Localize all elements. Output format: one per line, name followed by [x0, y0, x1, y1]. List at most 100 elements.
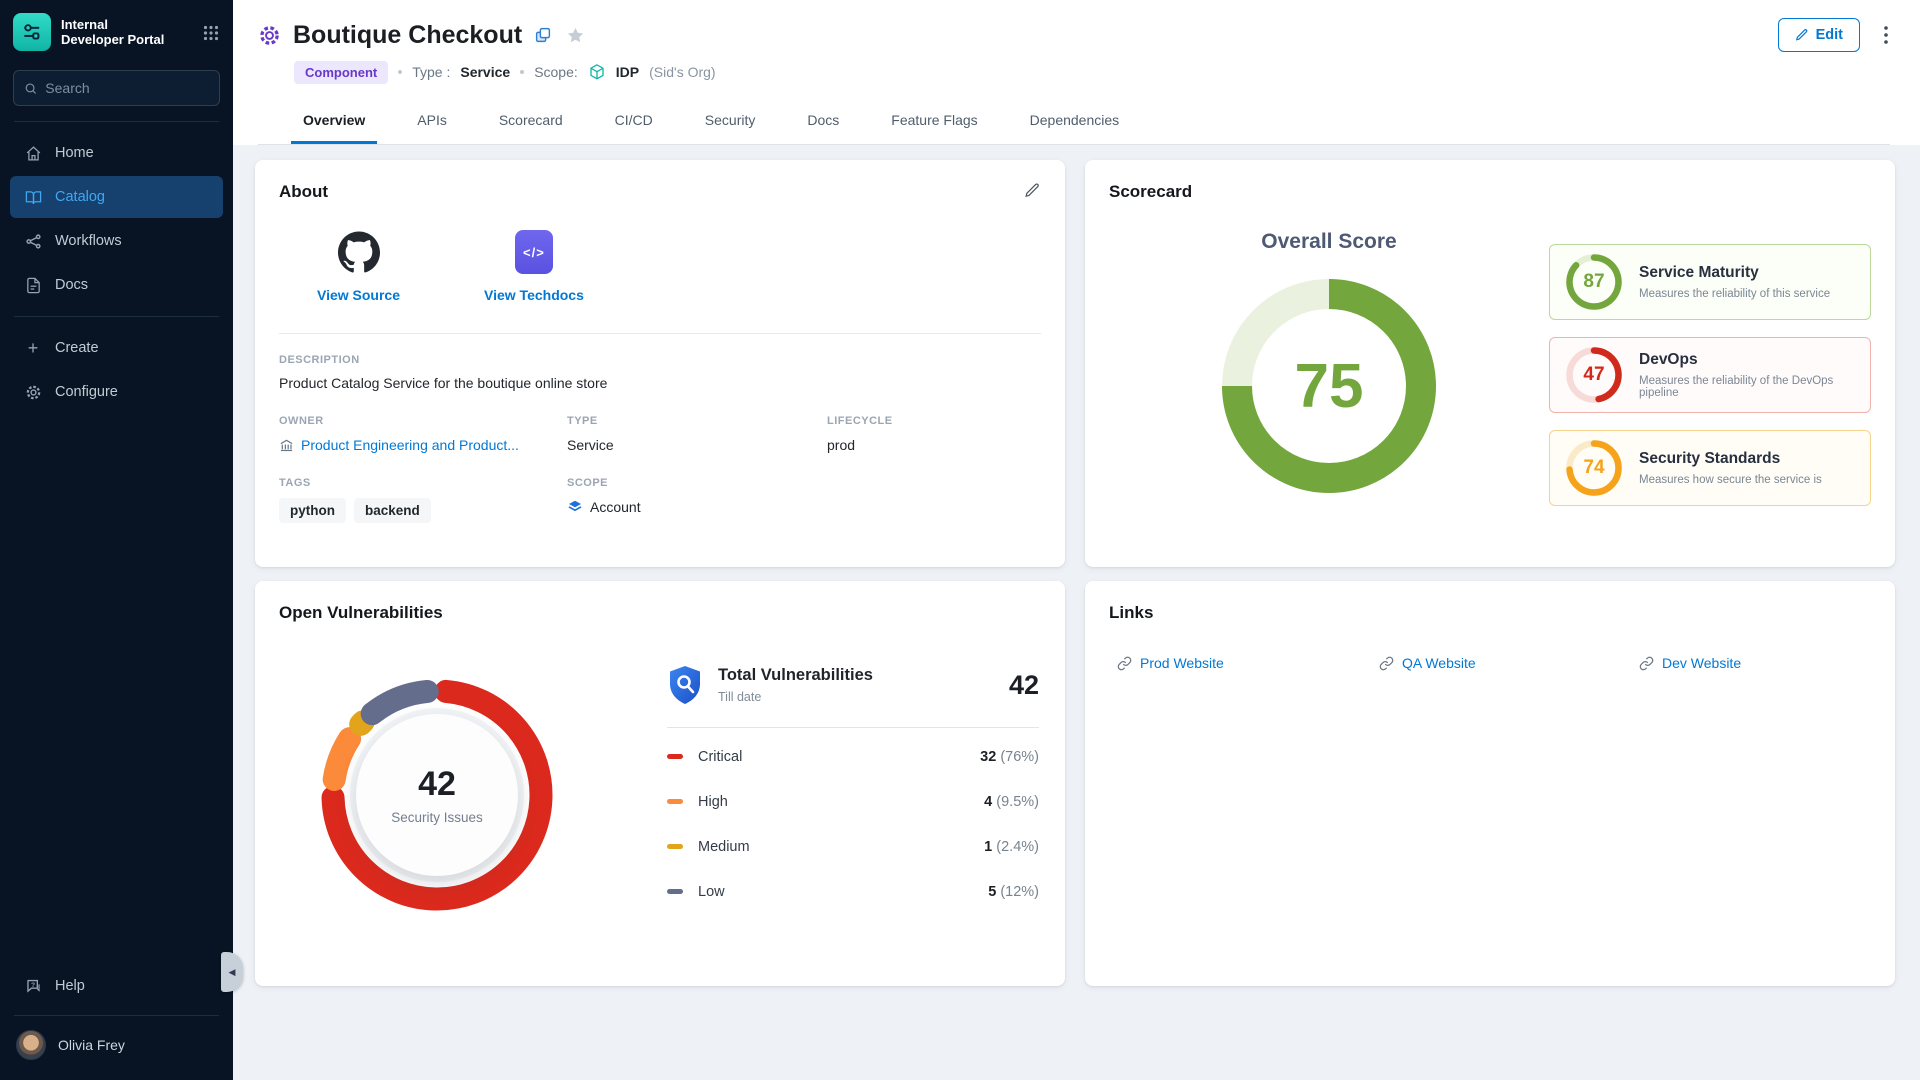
account-layers-icon [567, 499, 583, 515]
scorecard-list: 87 Service Maturity Measures the reliabi… [1549, 244, 1871, 506]
shield-search-icon [667, 665, 703, 705]
sidebar: Internal Developer Portal Home [0, 0, 233, 1080]
links-card: Links Prod Website QA Website Dev Websit… [1085, 581, 1895, 986]
severity-label: Critical [698, 749, 742, 765]
link-label: QA Website [1402, 655, 1476, 671]
scorecard-item-service-maturity[interactable]: 87 Service Maturity Measures the reliabi… [1549, 244, 1871, 320]
org-icon [279, 438, 294, 453]
help-chat-icon: ? [24, 977, 42, 995]
breadcrumb: Component Type : Service Scope: IDP (Sid… [294, 59, 1890, 85]
user-name: Olivia Frey [58, 1037, 125, 1053]
book-icon [24, 188, 42, 206]
title-row: Boutique Checkout Edit [258, 16, 1890, 54]
sidebar-item-docs[interactable]: Docs [10, 264, 223, 306]
scope-field: SCOPE Account [567, 477, 827, 523]
link-qa-website[interactable]: QA Website [1379, 655, 1639, 671]
severity-pct: (9.5%) [996, 794, 1039, 810]
links-list: Prod Website QA Website Dev Website [1117, 655, 1871, 671]
tab-security[interactable]: Security [693, 100, 768, 144]
score-desc: Measures how secure the service is [1639, 474, 1822, 486]
view-source-link[interactable]: View Source [317, 230, 400, 303]
sidebar-item-label: Home [55, 145, 94, 161]
cube-icon [588, 63, 606, 81]
apps-grid-icon[interactable] [203, 23, 219, 41]
copy-icon[interactable] [532, 24, 554, 46]
overall-score-label: Overall Score [1261, 230, 1396, 254]
about-fields-row2: TAGS python backend SCOPE Account [279, 477, 1041, 523]
total-vulnerabilities-sub: Till date [718, 690, 873, 704]
vulnerabilities-donut-block: 42 Security Issues [279, 623, 595, 925]
lifecycle-field: LIFECYCLE prod [827, 415, 1041, 453]
owner-label: OWNER [279, 415, 567, 427]
sidebar-item-workflows[interactable]: Workflows [10, 220, 223, 262]
tags-label: TAGS [279, 477, 567, 489]
score-value: 87 [1583, 271, 1604, 293]
tab-overview[interactable]: Overview [291, 100, 377, 144]
tags-field: TAGS python backend [279, 477, 567, 523]
app-logo-icon[interactable] [13, 13, 51, 51]
tab-docs[interactable]: Docs [795, 100, 851, 144]
tab-scorecard[interactable]: Scorecard [487, 100, 575, 144]
sidebar-item-home[interactable]: Home [10, 132, 223, 174]
scorecard-item-security-standards[interactable]: 74 Security Standards Measures how secur… [1549, 430, 1871, 506]
kebab-menu-icon[interactable] [1882, 24, 1890, 46]
severity-label: Low [698, 884, 725, 900]
severity-label: Medium [698, 839, 750, 855]
scope-org: (Sid's Org) [649, 64, 715, 80]
sidebar-item-catalog[interactable]: Catalog [10, 176, 223, 218]
link-label: Prod Website [1140, 655, 1224, 671]
security-issues-label: Security Issues [391, 810, 483, 825]
tab-feature-flags[interactable]: Feature Flags [879, 100, 989, 144]
scope-field-value: Account [590, 499, 641, 515]
edit-button-label: Edit [1816, 27, 1843, 43]
score-title: Security Standards [1639, 450, 1822, 468]
sidebar-item-create[interactable]: + Create [10, 327, 223, 369]
github-icon [338, 230, 380, 274]
search-box[interactable] [13, 70, 220, 106]
sidebar-item-label: Catalog [55, 189, 105, 205]
about-edit-pencil-icon[interactable] [1022, 180, 1043, 201]
tab-bar: Overview APIs Scorecard CI/CD Security D… [258, 100, 1890, 145]
vulnerabilities-summary: Total Vulnerabilities Till date 42 Criti… [667, 665, 1039, 925]
severity-count: 1 [984, 839, 992, 855]
severity-row-high: High 4 (9.5%) [667, 779, 1039, 824]
link-dev-website[interactable]: Dev Website [1639, 655, 1871, 671]
tab-cicd[interactable]: CI/CD [603, 100, 665, 144]
severity-count: 32 [980, 749, 996, 765]
tab-dependencies[interactable]: Dependencies [1018, 100, 1132, 144]
score-desc: Measures the reliability of the DevOps p… [1639, 375, 1854, 399]
sidebar-item-label: Help [55, 978, 85, 994]
tag-chip: backend [354, 498, 431, 523]
link-icon [1117, 656, 1132, 671]
entity-header: Boutique Checkout Edit Component Type : [233, 0, 1920, 145]
scorecard-item-devops[interactable]: 47 DevOps Measures the reliability of th… [1549, 337, 1871, 413]
type-label: Type : [412, 64, 450, 80]
sidebar-item-help[interactable]: ? Help [10, 965, 223, 1007]
search-input[interactable] [45, 80, 209, 96]
lifecycle-value: prod [827, 437, 1041, 453]
link-label: Dev Website [1662, 655, 1741, 671]
view-techdocs-link[interactable]: </> View Techdocs [484, 230, 584, 303]
vulnerabilities-heading: Open Vulnerabilities [279, 603, 1041, 623]
edit-button[interactable]: Edit [1778, 18, 1860, 52]
total-vulnerabilities-title: Total Vulnerabilities [718, 666, 873, 685]
star-icon[interactable] [564, 24, 587, 47]
divider [667, 727, 1039, 728]
brand-line2: Developer Portal [61, 32, 164, 47]
severity-pct: (12%) [1000, 884, 1039, 900]
link-prod-website[interactable]: Prod Website [1117, 655, 1379, 671]
tab-apis[interactable]: APIs [405, 100, 459, 144]
severity-pct: (2.4%) [996, 839, 1039, 855]
sidebar-item-configure[interactable]: Configure [10, 371, 223, 413]
gear-icon [24, 383, 42, 401]
score-donut: 87 [1566, 254, 1622, 310]
type-value: Service [460, 64, 510, 80]
brand: Internal Developer Portal [0, 0, 233, 51]
scope-label: Scope: [534, 64, 578, 80]
lifecycle-label: LIFECYCLE [827, 415, 1041, 427]
severity-label: High [698, 794, 728, 810]
user-menu[interactable]: Olivia Frey [0, 1016, 233, 1080]
owner-link[interactable]: Product Engineering and Product... [301, 437, 519, 453]
score-donut: 47 [1566, 347, 1622, 403]
scope-value: IDP [616, 64, 639, 80]
